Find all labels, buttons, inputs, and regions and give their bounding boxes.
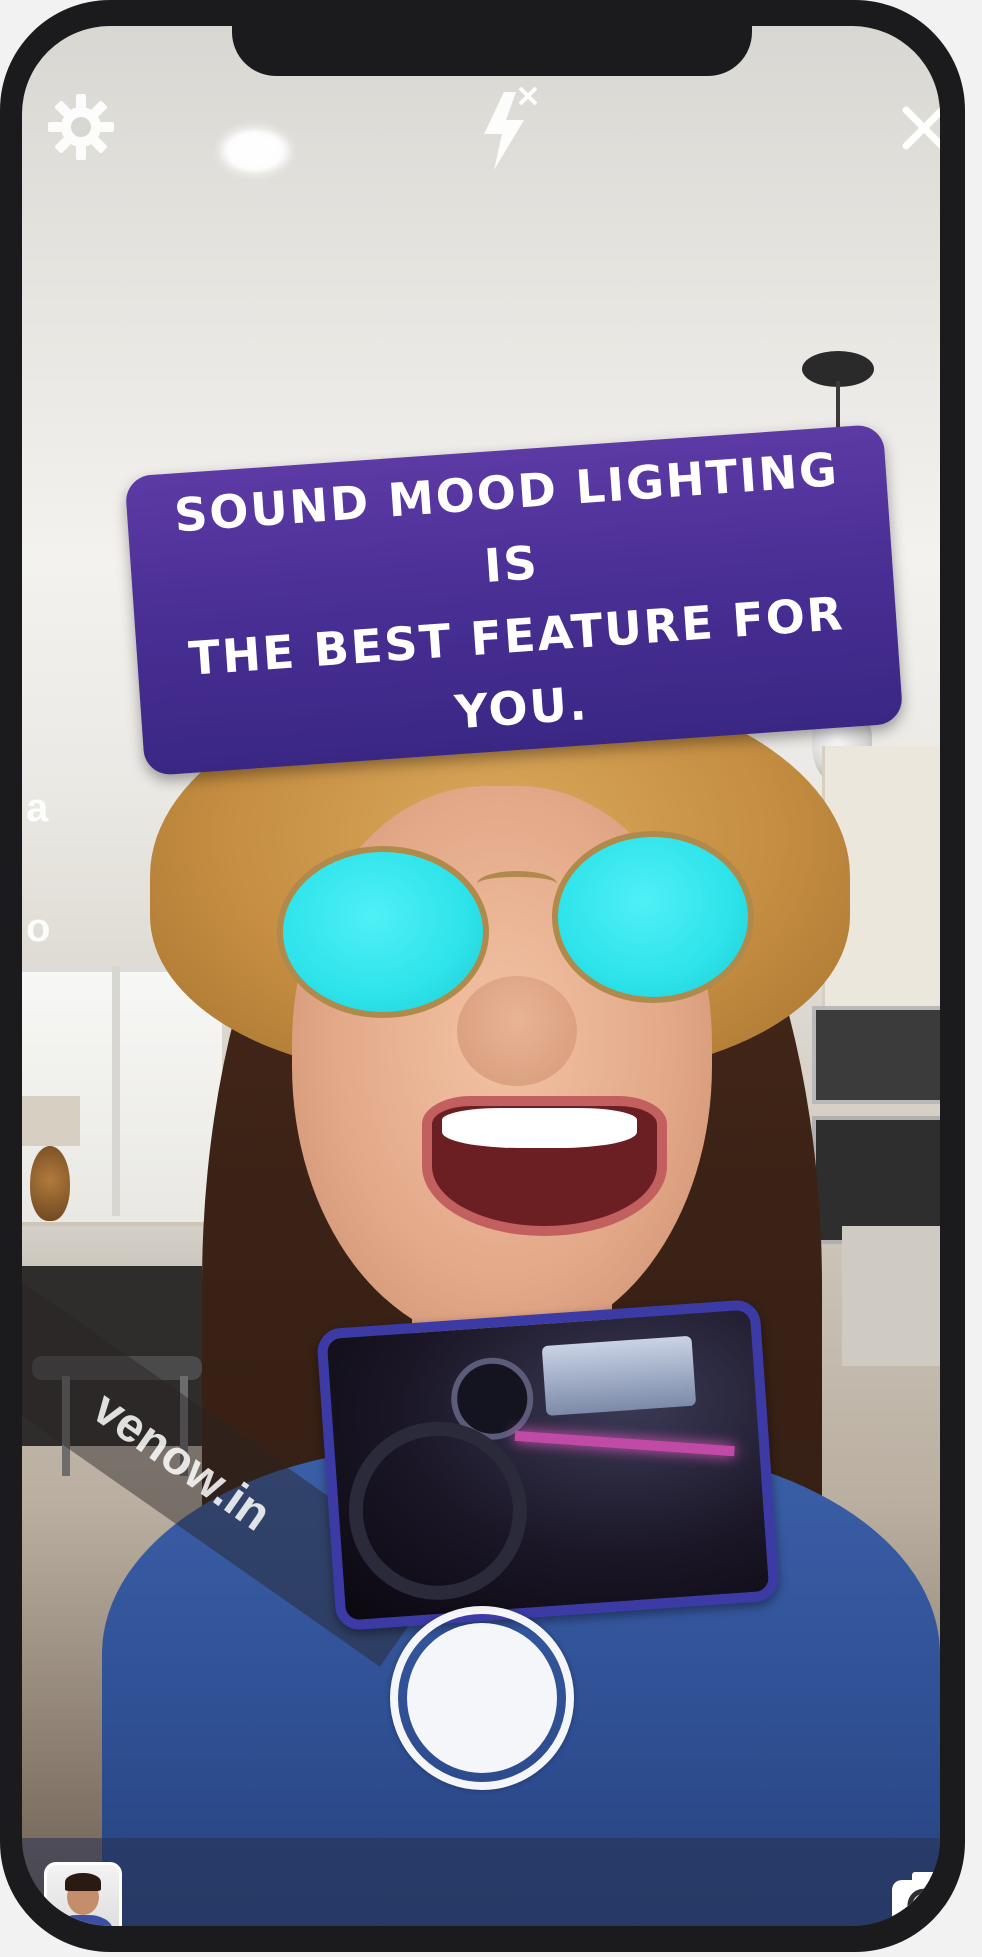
- kitchen-counter-right: [842, 1226, 940, 1366]
- phone-frame: a o venow.in SOUND MOOD LIGHTING IS THE …: [0, 0, 965, 1952]
- lamp-shade: [22, 1096, 80, 1146]
- ambient-light-strip: [514, 1430, 735, 1457]
- ar-text-banner: SOUND MOOD LIGHTING IS THE BEST FEATURE …: [124, 423, 904, 777]
- shutter-button-inner: [407, 1623, 557, 1773]
- sunglasses-lens-left: [277, 846, 489, 1018]
- camera-viewfinder[interactable]: a o venow.in SOUND MOOD LIGHTING IS THE …: [22, 26, 940, 1926]
- nose: [457, 976, 577, 1086]
- window-mullion: [112, 966, 120, 1216]
- thumbnail-person-body: [53, 1915, 113, 1926]
- bottom-toolbar: [22, 1838, 940, 1926]
- edge-text-o: o: [26, 906, 51, 950]
- phone-notch: [232, 26, 752, 76]
- settings-gear-icon[interactable]: [46, 92, 116, 162]
- ceiling-light: [220, 128, 290, 174]
- dashboard-screen: [541, 1335, 697, 1416]
- steering-wheel: [342, 1415, 533, 1606]
- teeth: [442, 1108, 637, 1148]
- car-interior-card[interactable]: [316, 1298, 780, 1632]
- banner-text: SOUND MOOD LIGHTING IS THE BEST FEATURE …: [165, 433, 863, 768]
- shutter-button[interactable]: [390, 1606, 574, 1790]
- flash-off-icon[interactable]: [474, 84, 540, 174]
- sunglasses-bridge: [477, 871, 557, 897]
- microwave: [812, 1006, 940, 1104]
- lamp-base: [30, 1146, 70, 1221]
- gallery-thumbnail[interactable]: [44, 1862, 122, 1926]
- thumbnail-person-hair: [65, 1873, 101, 1891]
- edge-text-a: a: [26, 786, 49, 830]
- close-icon[interactable]: [900, 104, 940, 152]
- flip-camera-icon[interactable]: [888, 1868, 940, 1926]
- sunglasses-lens-right: [552, 831, 754, 1003]
- oven: [812, 1116, 940, 1244]
